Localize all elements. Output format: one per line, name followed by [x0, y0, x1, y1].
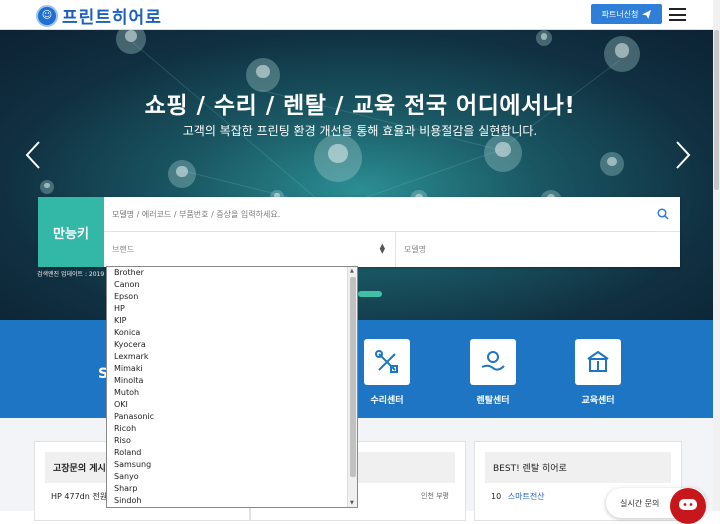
network-node — [40, 180, 54, 194]
brand-option[interactable]: Sanyo — [107, 471, 357, 483]
network-node — [314, 134, 362, 182]
brand-select[interactable]: 브랜드 ▲ ▼ — [104, 232, 396, 267]
update-note: 검색엔진 업데이트 : 2019 — [37, 271, 105, 278]
live-chat-label: 실시간 문의 — [620, 499, 660, 508]
scroll-down-icon[interactable]: ▼ — [350, 500, 354, 506]
brand-option[interactable]: Konica — [107, 327, 357, 339]
paper-plane-icon — [642, 9, 652, 19]
dropdown-scrollbar[interactable]: ▲ ▼ — [347, 267, 357, 507]
network-node — [168, 160, 196, 188]
service-education-label: 교육센터 — [581, 396, 615, 406]
service-repair-label: 수리센터 — [370, 396, 404, 406]
menu-icon[interactable] — [669, 8, 686, 21]
best-rental-rank: 10 — [491, 492, 502, 501]
wrench-screwdriver-icon — [364, 339, 410, 385]
scroll-up-icon[interactable]: ▲ — [350, 268, 354, 274]
brand-option[interactable]: Sindoh — [107, 495, 357, 507]
network-node — [484, 134, 522, 172]
slide-indicator[interactable] — [358, 291, 382, 297]
brand-option[interactable]: Sharp — [107, 483, 357, 495]
brand-option[interactable]: OKI — [107, 399, 357, 411]
model-input[interactable]: 모델명 — [396, 232, 680, 267]
brand-option[interactable]: Lexmark — [107, 351, 357, 363]
brand-option[interactable]: Roland — [107, 447, 357, 459]
book-house-icon — [575, 339, 621, 385]
hand-coin-icon — [470, 339, 516, 385]
best-rental-name: 스마트전산 — [507, 492, 545, 501]
network-node — [536, 30, 552, 46]
brand-option[interactable]: Kyocera — [107, 339, 357, 351]
service-rental[interactable]: 렌탈센터 — [453, 339, 533, 406]
slide-prev-icon[interactable] — [24, 140, 42, 170]
service-education[interactable]: 교육센터 — [558, 339, 638, 406]
brand-option[interactable]: Panasonic — [107, 411, 357, 423]
hero-subtitle: 고객의 복잡한 프린팅 환경 개선을 통해 효율과 비용절감을 실현합니다. — [182, 124, 538, 138]
brand-option[interactable]: Samsung — [107, 459, 357, 471]
model-placeholder: 모델명 — [404, 245, 427, 254]
partner-signup-button[interactable]: 파트너신청 — [591, 4, 662, 24]
brand-option[interactable]: Riso — [107, 435, 357, 447]
brand-dropdown-list[interactable]: Brother Canon Epson HP KIP Konica Kyocera Lexma… — [106, 266, 358, 508]
service-rental-label: 렌탈센터 — [476, 396, 510, 406]
network-node — [604, 36, 640, 72]
brand-option[interactable]: Minolta — [107, 375, 357, 387]
brand-option[interactable]: Mimaki — [107, 363, 357, 375]
hero-title: 쇼핑 / 수리 / 렌탈 / 교육 전국 어디에서나! — [144, 93, 576, 119]
chat-bubble-icon[interactable] — [670, 488, 706, 524]
page-scroll-thumb[interactable] — [714, 30, 719, 190]
brand-option[interactable]: HP — [107, 303, 357, 315]
slide-next-icon[interactable] — [674, 140, 692, 170]
brand-option[interactable]: KIP — [107, 315, 357, 327]
brand-option[interactable]: Ricoh — [107, 423, 357, 435]
brand-option[interactable]: Canon — [107, 279, 357, 291]
site-header: ☺ 프린트히어로 파트너신청 — [0, 0, 720, 30]
logo-text: 프린트히어로 — [62, 8, 162, 28]
dropdown-scroll-thumb[interactable] — [350, 277, 356, 477]
brand-option[interactable]: Epson — [107, 291, 357, 303]
brand-select-value: 브랜드 — [112, 245, 135, 254]
search-tab-mangki[interactable]: 만능키 — [38, 197, 104, 267]
network-node — [600, 152, 624, 176]
partner-signup-label: 파트너신청 — [601, 9, 639, 19]
hero-mascot-icon: ☺ — [36, 4, 58, 27]
search-icon[interactable] — [657, 208, 669, 220]
service-repair[interactable]: 수리센터 — [347, 339, 427, 406]
search-panel: 만능키 모델명 / 에러코드 / 부품번호 / 증상을 입력하세요. 브랜드 ▲… — [38, 197, 680, 267]
search-placeholder: 모델명 / 에러코드 / 부품번호 / 증상을 입력하세요. — [112, 209, 281, 219]
best-rental-title: BEST! 렌탈 히어로 — [485, 452, 671, 483]
select-caret-icon: ▲ ▼ — [379, 242, 385, 255]
brand-option[interactable]: Mutoh — [107, 387, 357, 399]
page-scrollbar[interactable] — [713, 0, 720, 511]
logo[interactable]: ☺ 프린트히어로 — [36, 3, 162, 28]
search-input[interactable]: 모델명 / 에러코드 / 부품번호 / 증상을 입력하세요. — [104, 197, 680, 232]
brand-option[interactable]: Brother — [107, 267, 357, 279]
